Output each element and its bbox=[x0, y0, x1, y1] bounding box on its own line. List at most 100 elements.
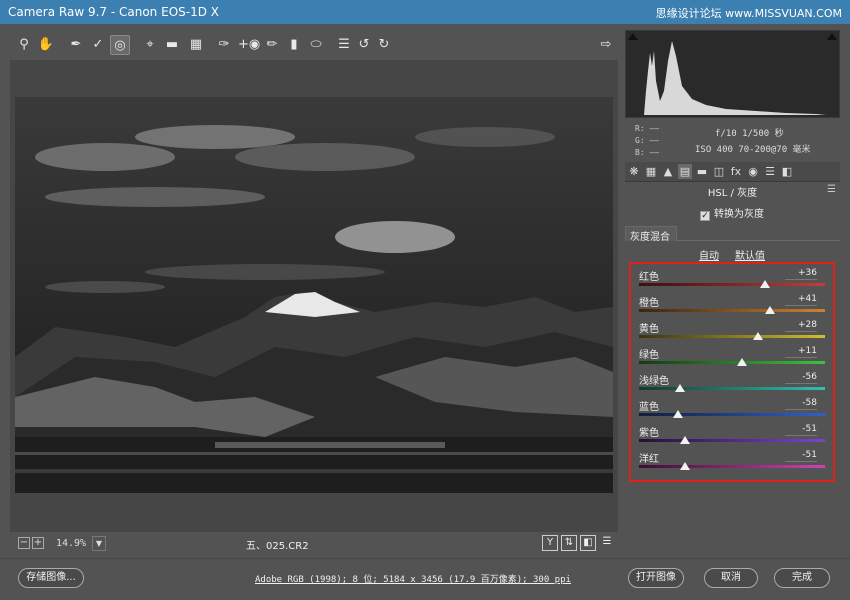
slider-aqua[interactable]: 浅绿色 -56 bbox=[639, 372, 825, 398]
preview-image bbox=[15, 97, 613, 493]
spot-removal-icon[interactable]: ✑ bbox=[214, 35, 234, 55]
tab-presets[interactable]: ☰ bbox=[763, 164, 777, 179]
white-balance-icon[interactable]: ✒ bbox=[66, 35, 86, 55]
slider-red[interactable]: 红色 +36 bbox=[639, 268, 825, 294]
panel-title-text: HSL / 灰度 bbox=[707, 188, 758, 199]
slider-label: 浅绿色 bbox=[639, 376, 669, 387]
tab-effects[interactable]: fx bbox=[729, 164, 743, 179]
slider-thumb[interactable] bbox=[679, 462, 690, 470]
zoom-level[interactable]: 14.9% bbox=[52, 536, 90, 551]
slider-value[interactable]: -51 bbox=[785, 450, 817, 462]
slider-label: 绿色 bbox=[639, 350, 659, 361]
tab-detail[interactable]: ▲ bbox=[661, 164, 675, 179]
slider-label: 红色 bbox=[639, 272, 659, 283]
slider-orange[interactable]: 橙色 +41 bbox=[639, 294, 825, 320]
straighten-icon[interactable]: ▬ bbox=[162, 35, 182, 55]
hand-icon[interactable]: ✋ bbox=[36, 35, 56, 55]
copy-settings-icon[interactable]: ◧ bbox=[580, 535, 596, 551]
slider-track[interactable] bbox=[639, 387, 825, 390]
slider-track[interactable] bbox=[639, 361, 825, 364]
tab-camera-calibration[interactable]: ◉ bbox=[746, 164, 760, 179]
landscape-photo bbox=[15, 97, 613, 493]
slider-track[interactable] bbox=[639, 439, 825, 442]
rotate-right-icon[interactable]: ↻ bbox=[374, 35, 394, 55]
slider-value[interactable]: -51 bbox=[785, 424, 817, 436]
convert-to-grayscale[interactable]: ✓ 转换为灰度 bbox=[700, 205, 764, 221]
save-image-button[interactable]: 存储图像... bbox=[18, 568, 84, 588]
graduated-filter-icon[interactable]: ▮ bbox=[284, 35, 304, 55]
file-name: 五、025.CR2 bbox=[246, 541, 309, 552]
slider-thumb[interactable] bbox=[765, 306, 776, 314]
targeted-adjustment-icon[interactable]: ◎ bbox=[110, 35, 130, 55]
tab-basic[interactable]: ❋ bbox=[627, 164, 641, 179]
mix-links: 自动 默认值 bbox=[625, 247, 840, 262]
default-link[interactable]: 默认值 bbox=[735, 247, 765, 262]
shadow-clip-icon[interactable] bbox=[628, 33, 638, 40]
slider-value[interactable]: +36 bbox=[785, 268, 817, 280]
done-button[interactable]: 完成 bbox=[774, 568, 830, 588]
bottom-bar: 存储图像... Adobe RGB (1998); 8 位; 5184 x 34… bbox=[0, 558, 850, 600]
zoom-out-button[interactable]: − bbox=[18, 537, 30, 549]
slider-yellow[interactable]: 黄色 +28 bbox=[639, 320, 825, 346]
slider-label: 黄色 bbox=[639, 324, 659, 335]
transform-icon[interactable]: ▦ bbox=[186, 35, 206, 55]
slider-magenta[interactable]: 洋红 -51 bbox=[639, 450, 825, 476]
preview-settings-icon[interactable]: ☰ bbox=[599, 535, 615, 551]
cancel-button[interactable]: 取消 bbox=[704, 568, 758, 588]
slider-track[interactable] bbox=[639, 309, 825, 312]
chevron-down-icon[interactable]: ▼ bbox=[92, 536, 106, 551]
tab-split-toning[interactable]: ▬ bbox=[695, 164, 709, 179]
panel-title: HSL / 灰度 ☰ bbox=[625, 184, 840, 199]
open-dialog-icon[interactable]: ⇨ bbox=[596, 35, 616, 55]
tab-snapshots[interactable]: ◧ bbox=[780, 164, 794, 179]
slider-thumb[interactable] bbox=[760, 280, 771, 288]
slider-thumb[interactable] bbox=[753, 332, 764, 340]
slider-track[interactable] bbox=[639, 283, 825, 286]
grayscale-checkbox[interactable]: ✓ bbox=[700, 211, 710, 221]
slider-thumb[interactable] bbox=[679, 436, 690, 444]
rgb-b: B: —— bbox=[635, 148, 660, 157]
rgb-r: R: —— bbox=[635, 124, 660, 133]
slider-thumb[interactable] bbox=[737, 358, 748, 366]
color-sampler-icon[interactable]: ✓ bbox=[88, 35, 108, 55]
zoom-in-button[interactable]: + bbox=[32, 537, 44, 549]
tab-lens[interactable]: ◫ bbox=[712, 164, 726, 179]
slider-value[interactable]: -56 bbox=[785, 372, 817, 384]
slider-value[interactable]: +41 bbox=[785, 294, 817, 306]
aperture-shutter: f/10 1/500 秒 bbox=[715, 129, 784, 139]
open-image-button[interactable]: 打开图像 bbox=[628, 568, 684, 588]
slider-green[interactable]: 绿色 +11 bbox=[639, 346, 825, 372]
grayscale-mix-tabs: 灰度混合 bbox=[625, 226, 840, 243]
slider-label: 洋红 bbox=[639, 454, 659, 465]
before-after-icon[interactable]: Y bbox=[542, 535, 558, 551]
auto-link[interactable]: 自动 bbox=[699, 247, 719, 262]
zoom-icon[interactable]: ⚲ bbox=[14, 35, 34, 55]
tab-tone-curve[interactable]: ▦ bbox=[644, 164, 658, 179]
slider-label: 紫色 bbox=[639, 428, 659, 439]
slider-track[interactable] bbox=[639, 413, 825, 416]
workflow-options-link[interactable]: Adobe RGB (1998); 8 位; 5184 x 3456 (17.9… bbox=[255, 572, 571, 585]
panel-tabs: ❋ ▦ ▲ ▤ ▬ ◫ fx ◉ ☰ ◧ bbox=[625, 162, 840, 182]
watermark: 思缘设计论坛 www.MISSVUAN.COM bbox=[655, 7, 842, 20]
slider-purple[interactable]: 紫色 -51 bbox=[639, 424, 825, 450]
red-eye-icon[interactable]: +◉ bbox=[238, 35, 260, 55]
crop-icon[interactable]: ⌖ bbox=[140, 35, 160, 55]
slider-thumb[interactable] bbox=[673, 410, 684, 418]
adjustment-brush-icon[interactable]: ✏ bbox=[262, 35, 282, 55]
title-bar: Camera Raw 9.7 - Canon EOS-1D X 思缘设计论坛 w… bbox=[0, 0, 850, 24]
slider-track[interactable] bbox=[639, 465, 825, 468]
slider-value[interactable]: +28 bbox=[785, 320, 817, 332]
swap-settings-icon[interactable]: ⇅ bbox=[561, 535, 577, 551]
slider-thumb[interactable] bbox=[674, 384, 685, 392]
slider-blue[interactable]: 蓝色 -58 bbox=[639, 398, 825, 424]
tab-grayscale-mix[interactable]: 灰度混合 bbox=[625, 226, 677, 243]
tab-hsl[interactable]: ▤ bbox=[678, 164, 692, 179]
slider-track[interactable] bbox=[639, 335, 825, 338]
rotate-left-icon[interactable]: ↺ bbox=[354, 35, 374, 55]
highlight-clip-icon[interactable] bbox=[827, 33, 837, 40]
slider-value[interactable]: +11 bbox=[785, 346, 817, 358]
slider-value[interactable]: -58 bbox=[785, 398, 817, 410]
list-icon[interactable]: ☰ bbox=[334, 35, 354, 55]
radial-filter-icon[interactable]: ⬭ bbox=[306, 35, 326, 55]
panel-menu-icon[interactable]: ☰ bbox=[827, 184, 836, 195]
